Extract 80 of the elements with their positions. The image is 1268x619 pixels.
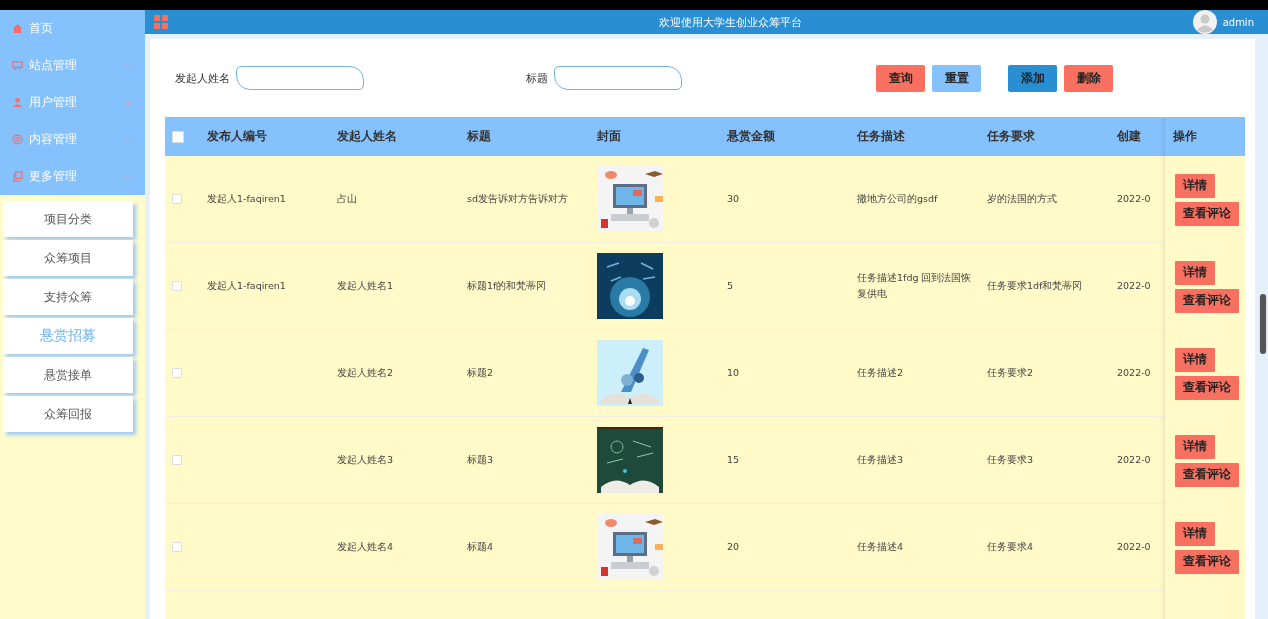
- table-cell-text: 任务要求4: [987, 539, 1034, 554]
- checkbox[interactable]: [172, 368, 182, 378]
- table-cell-text: 发起人姓名3: [337, 452, 394, 467]
- table-cell-text: 发起人姓名2: [337, 365, 394, 380]
- monitor-icon: [12, 60, 23, 71]
- table-cell-text: 标题1f的和梵蒂冈: [467, 278, 547, 293]
- toolbar-button[interactable]: 查询: [876, 64, 925, 92]
- toolbar-button[interactable]: 删除: [1064, 64, 1113, 92]
- table-cell-text: 任务要求2: [987, 365, 1034, 380]
- table-cell-text: 任务描述4: [857, 539, 904, 554]
- action-button[interactable]: 查看评论: [1175, 288, 1239, 313]
- checkbox[interactable]: [172, 455, 182, 465]
- table-cell-text: 发起人姓名1: [337, 278, 394, 293]
- submenu-item[interactable]: 众筹项目: [3, 240, 133, 276]
- column-header: 发起人姓名: [337, 128, 398, 145]
- action-button[interactable]: 查看评论: [1175, 549, 1239, 574]
- table-cell-text: 标题4: [467, 539, 494, 554]
- user-icon: [12, 97, 23, 108]
- table-cell-text: 5: [727, 278, 734, 293]
- action-button[interactable]: 详情: [1175, 173, 1215, 198]
- search-field[interactable]: [236, 66, 364, 90]
- column-header: 任务描述: [857, 128, 906, 145]
- column-header: 封面: [597, 128, 622, 145]
- submenu-item[interactable]: 支持众筹: [3, 279, 133, 315]
- scrollbar[interactable]: [1259, 294, 1267, 354]
- column-header: 任务要求: [987, 128, 1036, 145]
- column-header: 发布人编号: [207, 128, 268, 145]
- page-title: 欢迎使用大学生创业众筹平台: [657, 14, 803, 30]
- submenu-item[interactable]: 悬赏接单: [3, 357, 133, 393]
- username[interactable]: admin: [1222, 16, 1254, 28]
- column-header: 标题: [467, 128, 492, 145]
- table-cell-text: 发起人1-faqiren1: [207, 278, 286, 293]
- table-cell-text: 岁的法国的方式: [987, 191, 1057, 206]
- table-cell-text: 任务要求1df和梵蒂冈: [987, 278, 1083, 293]
- table-cell-text: 任务要求3: [987, 452, 1034, 467]
- table-cell-text: 占山: [337, 191, 357, 206]
- table-cell-text: 2022-0: [1117, 191, 1151, 206]
- table-cell-text: 10: [727, 365, 740, 380]
- submenu-item[interactable]: 众筹回报: [3, 396, 133, 432]
- table-cell-text: 20: [727, 539, 740, 554]
- table-cell-text: 发起人1-faqiren1: [207, 191, 286, 206]
- circle-icon: [12, 134, 23, 145]
- table-cell-text: 发起人姓名4: [337, 539, 394, 554]
- table-cell-text: 任务描述2: [857, 365, 904, 380]
- toolbar-button[interactable]: 添加: [1008, 64, 1057, 92]
- table-cell-text: 30: [727, 191, 740, 206]
- action-button[interactable]: 详情: [1175, 347, 1215, 372]
- action-button[interactable]: 查看评论: [1175, 201, 1239, 226]
- copy-icon: [12, 171, 23, 182]
- action-button[interactable]: 详情: [1175, 521, 1215, 546]
- table-cell-text: 2022-0: [1117, 365, 1151, 380]
- avatar-icon[interactable]: [1192, 10, 1217, 34]
- table-cell-text: 标题2: [467, 365, 494, 380]
- table-cell-text: sd发告诉对方告诉对方: [467, 191, 568, 206]
- column-header: 操作: [1173, 128, 1197, 145]
- submenu-item[interactable]: 项目分类: [3, 201, 133, 237]
- checkbox[interactable]: [172, 281, 182, 291]
- action-button[interactable]: 详情: [1175, 260, 1215, 285]
- column-header: 悬赏金额: [727, 128, 776, 145]
- field-label: 发起人姓名: [175, 70, 230, 86]
- table-cell-text: 任务描述1fdg 回到法国恢复供电: [857, 270, 973, 301]
- table-cell-text: 15: [727, 452, 740, 467]
- table-cell-text: 2022-0: [1117, 452, 1151, 467]
- action-button[interactable]: 查看评论: [1175, 462, 1239, 487]
- action-button[interactable]: 详情: [1175, 434, 1215, 459]
- table-cell-text: 2022-0: [1117, 278, 1151, 293]
- table-cell-text: 任务描述3: [857, 452, 904, 467]
- checkbox[interactable]: [172, 194, 182, 204]
- column-header: 创建: [1117, 128, 1142, 145]
- checkbox[interactable]: [172, 130, 184, 143]
- grid-icon[interactable]: [154, 15, 168, 29]
- home-icon: [12, 23, 23, 34]
- table-cell-text: 撒地方公司的gsdf: [857, 191, 938, 206]
- field-label: 标题: [526, 70, 548, 86]
- toolbar-button[interactable]: 重置: [932, 64, 981, 92]
- table-cell-text: 2022-0: [1117, 539, 1151, 554]
- action-button[interactable]: 查看评论: [1175, 375, 1239, 400]
- search-field[interactable]: [554, 66, 682, 90]
- table-cell-text: 标题3: [467, 452, 494, 467]
- checkbox[interactable]: [172, 542, 182, 552]
